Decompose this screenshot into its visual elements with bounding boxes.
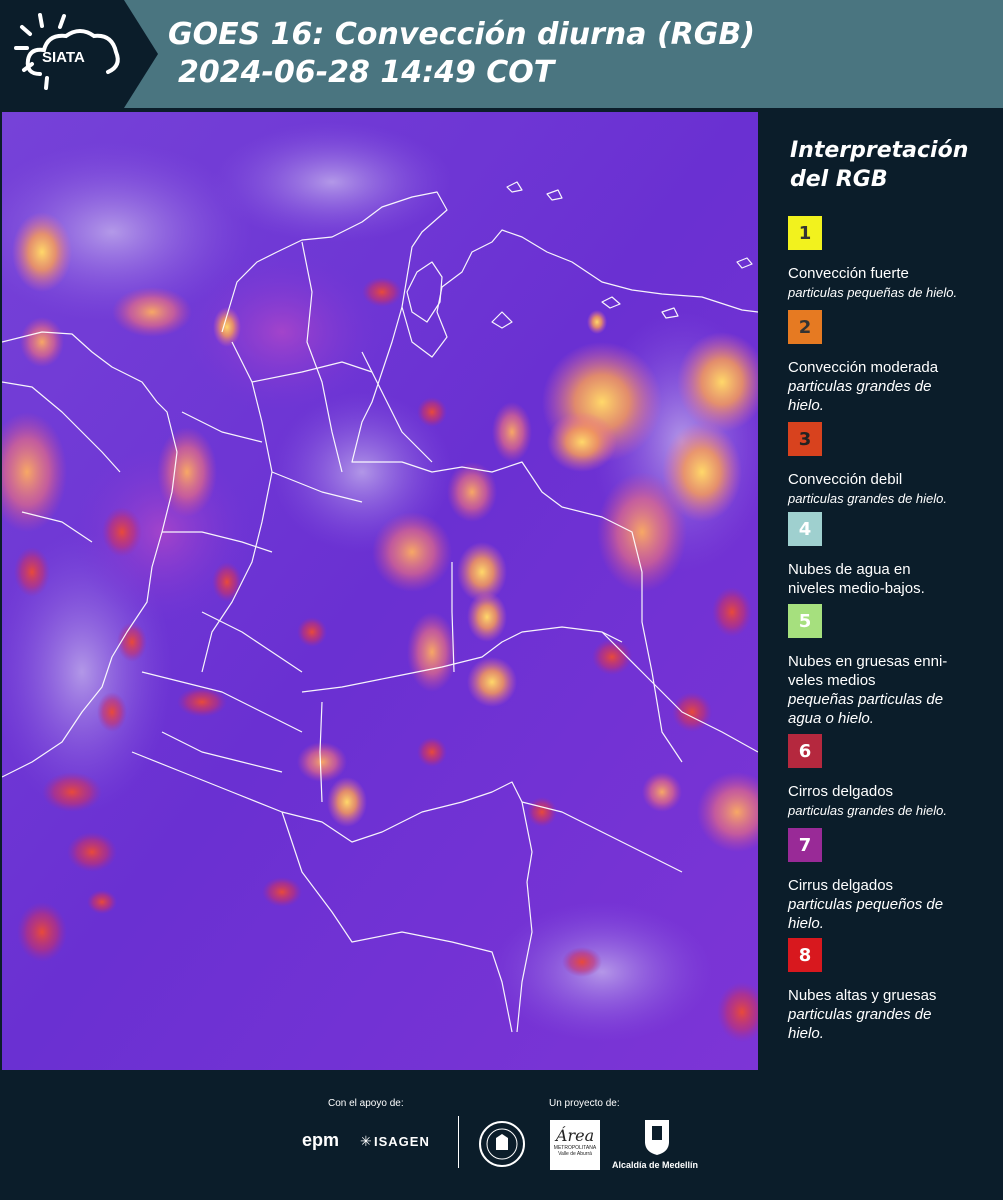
legend-swatch: 5 <box>788 604 822 638</box>
legend-swatch: 1 <box>788 216 822 250</box>
legend-sublabel: particulas pequeñas de hielo. <box>788 285 958 300</box>
legend-swatch: 8 <box>788 938 822 972</box>
legend-sublabel: particulas grandes de hielo. <box>788 491 947 506</box>
footer-divider <box>458 1116 459 1168</box>
legend-label: Nubes en gruesas enni-veles medios <box>788 653 948 689</box>
legend-sublabel: particulas grandes de hielo. <box>788 803 947 818</box>
page-title: GOES 16: Convección diurna (RGB) 2024-06… <box>168 16 755 92</box>
footer: Con el apoyo de: Un proyecto de: epm ✳ I… <box>0 1070 1003 1200</box>
medellin-shield-icon <box>645 1120 669 1155</box>
legend-item-7: 7 Cirrus delgados particulas pequeños de… <box>788 828 998 933</box>
legend-label: Convección moderada <box>788 359 939 376</box>
isagen-logo-icon: ✳ <box>360 1133 372 1149</box>
legend-swatch: 6 <box>788 734 822 768</box>
title-line-2: 2024-06-28 14:49 COT <box>178 55 555 90</box>
legend-label: Cirros delgados <box>788 783 894 800</box>
support-label: Con el apoyo de: <box>328 1098 404 1109</box>
legend-panel: Interpretación del RGB 1 Convección fuer… <box>762 112 1003 1070</box>
siata-logo: SIATA <box>0 0 158 108</box>
legend-label: Convección debil <box>788 471 903 488</box>
isagen-logo: ISAGEN <box>374 1134 430 1149</box>
legend-swatch: 3 <box>788 422 822 456</box>
svg-text:SIATA: SIATA <box>42 49 85 66</box>
legend-title: Interpretación del RGB <box>790 138 969 192</box>
legend-swatch: 4 <box>788 512 822 546</box>
legend-item-5: 5 Nubes en gruesas enni-veles medios peq… <box>788 604 998 728</box>
satellite-map[interactable] <box>2 112 758 1070</box>
legend-sublabel: particulas pequeños de hielo. <box>788 896 944 932</box>
legend-sublabel: particulas grandes de hielo. <box>788 1006 932 1042</box>
title-line-1: GOES 16: Convección diurna (RGB) <box>168 17 755 52</box>
legend-sublabel: pequeñas particulas de agua o hielo. <box>788 691 944 727</box>
epm-logo: epm <box>302 1130 340 1150</box>
legend-item-8: 8 Nubes altas y gruesas particulas grand… <box>788 938 998 1043</box>
legend-label: Nubes de agua en niveles medio-bajos. <box>788 561 925 597</box>
project-label: Un proyecto de: <box>549 1098 620 1109</box>
legend-swatch: 2 <box>788 310 822 344</box>
area-metropolitana-logo: Área METROPOLITANA Valle de Aburrá <box>550 1120 600 1170</box>
legend-label: Cirrus delgados <box>788 877 894 894</box>
legend-item-6: 6 Cirros delgados particulas grandes de … <box>788 734 998 820</box>
legend-label: Convección fuerte <box>788 265 909 282</box>
legend-item-1: 1 Convección fuerte particulas pequeñas … <box>788 216 998 302</box>
legend-label: Nubes altas y gruesas <box>788 987 937 1004</box>
legend-item-3: 3 Convección debil particulas grandes de… <box>788 422 998 508</box>
legend-item-4: 4 Nubes de agua en niveles medio-bajos. <box>788 512 998 598</box>
header-bar: SIATA GOES 16: Convección diurna (RGB) 2… <box>0 0 1003 108</box>
satellite-image <box>2 112 758 1070</box>
legend-swatch: 7 <box>788 828 822 862</box>
legend-sublabel: particulas grandes de hielo. <box>788 378 932 414</box>
legend-item-2: 2 Convección moderada particulas grandes… <box>788 310 998 415</box>
alcaldia-label: Alcaldía de Medellín <box>612 1160 699 1170</box>
siata-seal-icon <box>479 1121 525 1167</box>
